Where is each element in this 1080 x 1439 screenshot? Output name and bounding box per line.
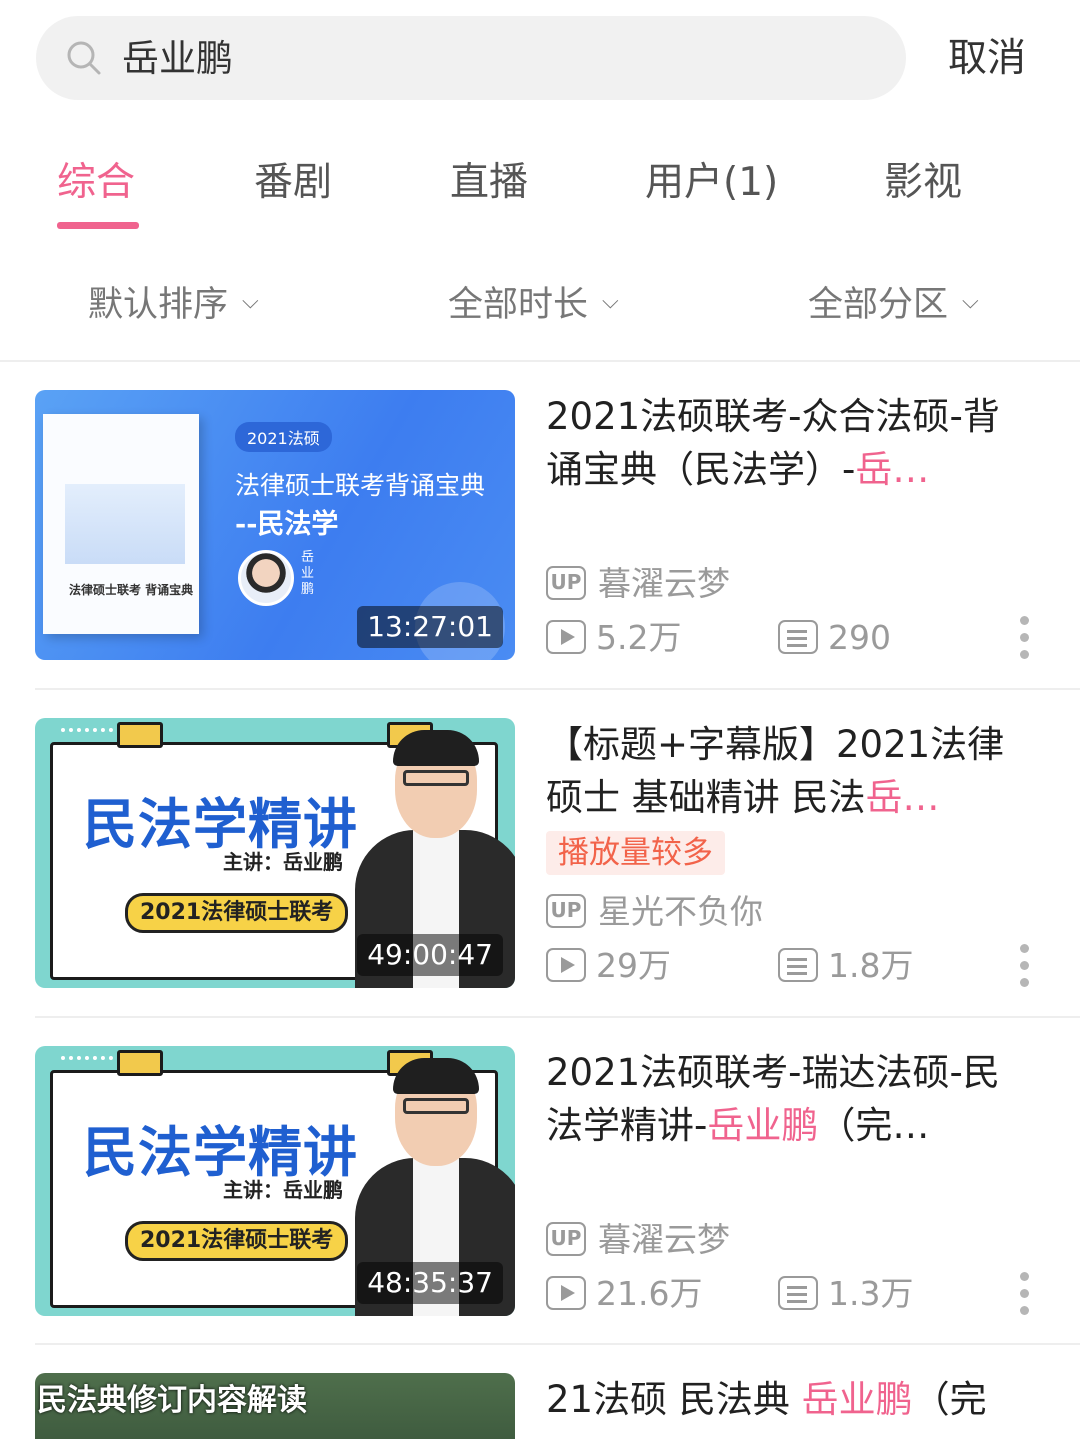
book-cover-image: 法律硕士联考 背诵宝典 bbox=[43, 414, 199, 634]
title-tail: （完… bbox=[818, 1104, 930, 1147]
video-thumbnail[interactable]: 民法学精讲 主讲：岳业鹏 2021法律硕士联考 48:35:37 bbox=[35, 1046, 515, 1316]
search-icon bbox=[67, 41, 101, 75]
decorative-dots bbox=[61, 1056, 121, 1060]
video-title[interactable]: 2021法硕联考-瑞达法硕-民法学精讲-岳业鹏（完… bbox=[546, 1046, 1016, 1152]
video-result-3[interactable]: 民法学精讲 主讲：岳业鹏 2021法律硕士联考 48:35:37 2021法硕联… bbox=[0, 1016, 1080, 1344]
uploader-name: 暮濯云梦 bbox=[598, 564, 730, 603]
decorative-dots bbox=[61, 728, 121, 732]
duration-badge: 48:35:37 bbox=[357, 1262, 503, 1304]
title-highlight: 岳… bbox=[855, 448, 930, 491]
up-icon: UP bbox=[546, 1221, 586, 1256]
view-count: 29万 bbox=[546, 944, 671, 988]
uploader-name: 暮濯云梦 bbox=[598, 1220, 730, 1259]
uploader-row[interactable]: UP 暮濯云梦 bbox=[546, 562, 730, 606]
thumb-exam-label: 2021法律硕士联考 bbox=[125, 1221, 349, 1261]
thumb-title-line2: --民法学 bbox=[235, 509, 339, 540]
thumb-teacher: 主讲：岳业鹏 bbox=[223, 1178, 343, 1202]
tab-all[interactable]: 综合 bbox=[57, 158, 135, 208]
clip-graphic bbox=[117, 1050, 163, 1076]
tab-users[interactable]: 用户(1) bbox=[645, 158, 778, 208]
clip-graphic bbox=[117, 722, 163, 748]
uploader-row[interactable]: UP 星光不负你 bbox=[546, 890, 763, 934]
title-text: 21法硕 民法典 bbox=[546, 1378, 802, 1421]
danmaku-count: 290 bbox=[778, 616, 891, 660]
video-title[interactable]: 2021法硕联考-众合法硕-背诵宝典（民法学）-岳… bbox=[546, 390, 1016, 496]
thumb-exam-label: 2021法律硕士联考 bbox=[125, 893, 349, 933]
active-tab-indicator bbox=[57, 222, 139, 229]
danmaku-count-value: 290 bbox=[828, 618, 891, 657]
duration-badge: 49:00:47 bbox=[357, 934, 503, 976]
title-highlight: 岳… bbox=[865, 776, 940, 819]
view-count-value: 21.6万 bbox=[596, 1274, 703, 1313]
video-result-4[interactable]: 民法典修订内容解读 21法硕 民法典 岳业鹏（完 bbox=[0, 1343, 1080, 1439]
title-tail: （完 bbox=[912, 1378, 987, 1421]
thumb-year-pill: 2021法硕 bbox=[235, 422, 332, 452]
thumb-title-line1: 法律硕士联考背诵宝典 bbox=[235, 471, 486, 500]
title-highlight: 岳业鹏 bbox=[707, 1104, 819, 1147]
play-count-icon bbox=[546, 1275, 586, 1310]
duration-filter-label: 全部时长 bbox=[448, 285, 589, 325]
uploader-name: 星光不负你 bbox=[598, 892, 763, 931]
duration-badge: 13:27:01 bbox=[357, 606, 503, 648]
more-options-icon[interactable] bbox=[1018, 616, 1030, 660]
popular-badge: 播放量较多 bbox=[546, 831, 725, 875]
danmaku-count: 1.8万 bbox=[778, 944, 913, 988]
teacher-avatar bbox=[238, 550, 294, 606]
category-filter-label: 全部分区 bbox=[808, 285, 949, 325]
video-thumbnail[interactable]: 民法典修订内容解读 bbox=[35, 1373, 515, 1439]
view-count: 21.6万 bbox=[546, 1272, 702, 1316]
play-count-icon bbox=[546, 619, 586, 654]
sort-filter[interactable]: 默认排序 ⌵ bbox=[88, 282, 259, 329]
more-options-icon[interactable] bbox=[1018, 1272, 1030, 1316]
thumb-teacher-name: 岳业鹏 bbox=[301, 550, 315, 597]
video-thumbnail[interactable]: 法律硕士联考 背诵宝典 2021法硕 法律硕士联考背诵宝典 --民法学 岳业鹏 … bbox=[35, 390, 515, 660]
book-cover-title: 法律硕士联考 背诵宝典 bbox=[69, 583, 194, 597]
up-icon: UP bbox=[546, 565, 586, 600]
view-count-value: 5.2万 bbox=[596, 618, 682, 657]
video-thumbnail[interactable]: 民法学精讲 主讲：岳业鹏 2021法律硕士联考 49:00:47 bbox=[35, 718, 515, 988]
view-count: 5.2万 bbox=[546, 616, 681, 660]
up-icon: UP bbox=[546, 893, 586, 928]
tab-live[interactable]: 直播 bbox=[450, 158, 528, 208]
thumb-teacher: 主讲：岳业鹏 bbox=[223, 850, 343, 874]
video-result-2[interactable]: 民法学精讲 主讲：岳业鹏 2021法律硕士联考 49:00:47 【标题+字幕版… bbox=[0, 688, 1080, 1016]
chevron-down-icon: ⌵ bbox=[242, 289, 259, 314]
chevron-down-icon: ⌵ bbox=[962, 289, 979, 314]
danmaku-count-value: 1.3万 bbox=[828, 1274, 914, 1313]
view-count-value: 29万 bbox=[596, 946, 671, 985]
more-options-icon[interactable] bbox=[1018, 944, 1030, 988]
book-cover-graphic bbox=[65, 484, 185, 564]
title-text: 2021法硕联考-众合法硕-背诵宝典（民法学）- bbox=[546, 395, 1000, 491]
title-highlight: 岳业鹏 bbox=[801, 1378, 913, 1421]
danmaku-count: 1.3万 bbox=[778, 1272, 913, 1316]
danmaku-icon bbox=[778, 947, 818, 982]
danmaku-icon bbox=[778, 619, 818, 654]
tab-film[interactable]: 影视 bbox=[884, 158, 962, 208]
video-title[interactable]: 21法硕 民法典 岳业鹏（完 bbox=[546, 1373, 1016, 1426]
danmaku-icon bbox=[778, 1275, 818, 1310]
thumb-caption: 民法典修订内容解读 bbox=[37, 1383, 307, 1418]
uploader-row[interactable]: UP 暮濯云梦 bbox=[546, 1218, 730, 1262]
chevron-down-icon: ⌵ bbox=[602, 289, 619, 314]
video-result-1[interactable]: 法律硕士联考 背诵宝典 2021法硕 法律硕士联考背诵宝典 --民法学 岳业鹏 … bbox=[0, 360, 1080, 688]
video-title[interactable]: 【标题+字幕版】2021法律硕士 基础精讲 民法岳… bbox=[546, 718, 1016, 824]
sort-filter-label: 默认排序 bbox=[88, 285, 229, 325]
play-count-icon bbox=[546, 947, 586, 982]
search-query-text[interactable]: 岳业鹏 bbox=[122, 34, 233, 84]
duration-filter[interactable]: 全部时长 ⌵ bbox=[448, 282, 619, 329]
tab-bangumi[interactable]: 番剧 bbox=[254, 158, 332, 208]
danmaku-count-value: 1.8万 bbox=[828, 946, 914, 985]
cancel-button[interactable]: 取消 bbox=[948, 34, 1026, 84]
category-filter[interactable]: 全部分区 ⌵ bbox=[808, 282, 979, 329]
search-header: 岳业鹏 取消 bbox=[0, 0, 1080, 120]
